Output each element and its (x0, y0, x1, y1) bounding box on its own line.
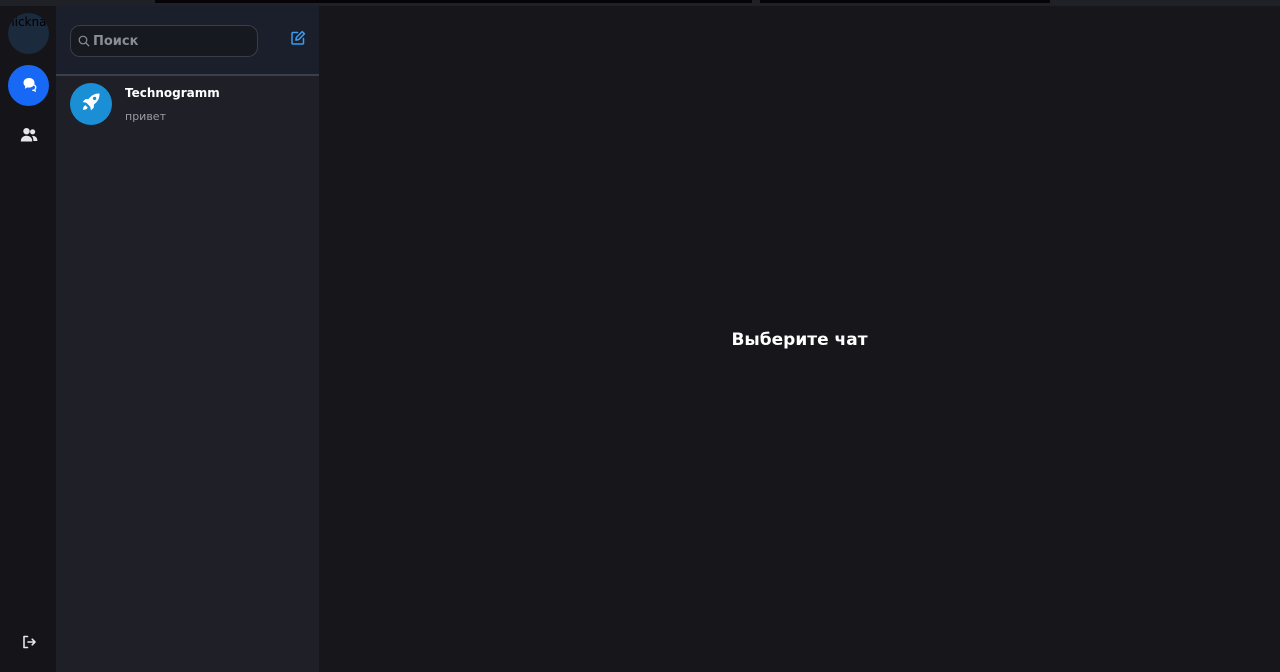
app-window: nicknam (0, 0, 1280, 672)
chats-nav-button[interactable] (8, 65, 49, 106)
user-avatar-label: nicknam (8, 15, 49, 29)
empty-state-title: Выберите чат (731, 330, 868, 350)
chat-list-panel: Technogramm привет (56, 6, 319, 672)
search-icon (78, 32, 90, 51)
chat-bubbles-icon (20, 75, 38, 97)
compose-button[interactable] (288, 30, 308, 50)
top-strip-segment (760, 0, 1050, 3)
top-strip-segment (155, 0, 752, 3)
chat-list-header (56, 6, 319, 76)
user-avatar[interactable]: nicknam (8, 13, 49, 54)
search-box[interactable] (70, 25, 258, 57)
contacts-nav-button[interactable] (8, 116, 49, 157)
left-rail: nicknam (0, 6, 56, 672)
rocket-icon (79, 90, 103, 118)
chat-view: Выберите чат (319, 6, 1280, 672)
chat-name: Technogramm (125, 86, 220, 100)
logout-icon (21, 634, 37, 654)
compose-icon (290, 30, 306, 50)
chat-avatar (70, 83, 112, 125)
logout-button[interactable] (8, 623, 49, 664)
chat-last-message: привет (125, 110, 166, 123)
search-input[interactable] (93, 33, 243, 49)
chat-list-item[interactable]: Technogramm привет (56, 78, 319, 132)
users-icon (20, 127, 38, 147)
